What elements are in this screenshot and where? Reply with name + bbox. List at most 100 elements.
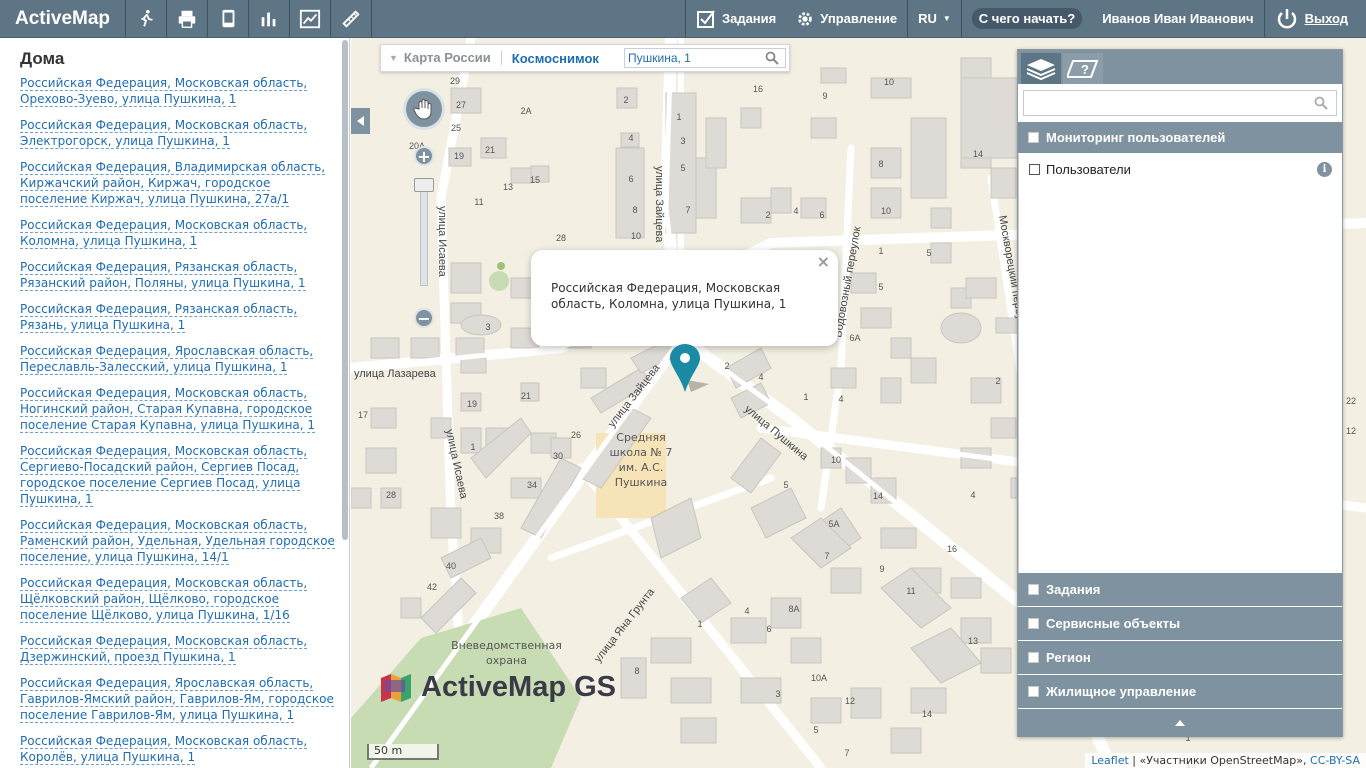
monitoring-layer-list: Пользователи i bbox=[1018, 154, 1342, 573]
address-item[interactable]: Российская Федерация, Рязанская область,… bbox=[20, 301, 341, 333]
section-tasks[interactable]: Задания bbox=[1018, 573, 1342, 607]
house-number: 9 bbox=[822, 91, 827, 101]
tracking-button[interactable] bbox=[126, 0, 167, 37]
line-chart-button[interactable] bbox=[290, 0, 331, 37]
zoom-out-button[interactable]: − bbox=[414, 308, 434, 328]
house-number: 10А bbox=[811, 673, 827, 683]
layer-checkbox[interactable] bbox=[1029, 164, 1040, 175]
section-label: Задания bbox=[1046, 582, 1101, 597]
address-item[interactable]: Российская Федерация, Ярославская област… bbox=[20, 343, 341, 375]
chevron-left-icon bbox=[356, 116, 364, 126]
help-button[interactable]: С чего начать? bbox=[960, 0, 1092, 37]
address-item[interactable]: Российская Федерация, Московская область… bbox=[20, 117, 341, 149]
checkbox-icon bbox=[696, 9, 715, 28]
logout-label: Выход bbox=[1304, 11, 1348, 26]
section-checkbox[interactable] bbox=[1028, 132, 1039, 143]
tab-legend[interactable]: ? bbox=[1063, 53, 1103, 84]
house-number: 6 bbox=[628, 174, 633, 184]
section-service-objects[interactable]: Сервисные объекты bbox=[1018, 607, 1342, 641]
layer-switcher[interactable]: ▼ Карта России Космоснимок bbox=[380, 44, 790, 72]
layer-search-input[interactable] bbox=[1024, 92, 1294, 114]
zoom-slider-track[interactable] bbox=[420, 180, 428, 286]
layer-label: Пользователи bbox=[1046, 162, 1131, 177]
house-number: 12 bbox=[1346, 426, 1356, 436]
section-housing[interactable]: Жилищное управление bbox=[1018, 675, 1342, 709]
house-number: 21 bbox=[521, 391, 531, 401]
layer-option-russia-map[interactable]: Карта России bbox=[404, 51, 502, 65]
location-marker-icon[interactable] bbox=[669, 344, 709, 394]
tab-layers[interactable] bbox=[1021, 53, 1061, 84]
house-number: 7 bbox=[824, 551, 829, 561]
map-search-box[interactable] bbox=[624, 48, 786, 68]
house-number: 28 bbox=[556, 233, 566, 243]
license-link[interactable]: CC-BY-SA bbox=[1310, 754, 1360, 767]
user-name[interactable]: Иванов Иван Иванович bbox=[1092, 0, 1263, 37]
logout-button[interactable]: Выход bbox=[1263, 0, 1366, 37]
section-monitoring[interactable]: Мониторинг пользователей bbox=[1018, 122, 1342, 154]
address-item[interactable]: Российская Федерация, Московская область… bbox=[20, 75, 341, 107]
map-attribution: Leaflet | «Участники OpenStreetMap», CC-… bbox=[1085, 753, 1366, 768]
house-number: 25 bbox=[451, 123, 461, 133]
info-icon[interactable]: i bbox=[1317, 162, 1332, 177]
section-label: Мониторинг пользователей bbox=[1046, 130, 1226, 145]
layer-option-satellite[interactable]: Космоснимок bbox=[502, 51, 609, 66]
pan-control[interactable] bbox=[403, 88, 445, 130]
address-item[interactable]: Российская Федерация, Московская область… bbox=[20, 385, 341, 433]
address-item[interactable]: Российская Федерация, Московская область… bbox=[20, 443, 341, 507]
zoom-in-button[interactable]: + bbox=[414, 146, 434, 166]
collapse-panel-button[interactable] bbox=[1018, 709, 1342, 737]
house-number: 3 bbox=[680, 136, 685, 146]
house-number: 7 bbox=[685, 205, 690, 215]
leaflet-link[interactable]: Leaflet bbox=[1091, 754, 1128, 767]
section-checkbox[interactable] bbox=[1028, 686, 1039, 697]
address-item[interactable]: Российская Федерация, Московская область… bbox=[20, 517, 341, 565]
house-number: 17 bbox=[358, 410, 368, 420]
bar-chart-button[interactable] bbox=[249, 0, 290, 37]
close-icon[interactable]: × bbox=[817, 254, 830, 270]
house-number: 6 bbox=[819, 210, 824, 220]
section-checkbox[interactable] bbox=[1028, 584, 1039, 595]
address-item[interactable]: Российская Федерация, Московская область… bbox=[20, 575, 341, 623]
house-number: 3 bbox=[775, 689, 780, 699]
address-item[interactable]: Российская Федерация, Московская область… bbox=[20, 633, 341, 665]
house-number: 4 bbox=[793, 206, 798, 216]
address-item[interactable]: Российская Федерация, Московская область… bbox=[20, 217, 341, 249]
gear-icon bbox=[798, 11, 812, 26]
section-checkbox[interactable] bbox=[1028, 652, 1039, 663]
house-number: 21 bbox=[485, 145, 495, 155]
activemap-logo-icon bbox=[381, 674, 411, 702]
house-number: 27 bbox=[456, 100, 466, 110]
map-canvas[interactable]: 29 27 25 20А 19 21 11 13 15 2 2А 4 16 9 … bbox=[351, 38, 1366, 768]
map-search-input[interactable] bbox=[625, 51, 765, 65]
ruler-icon bbox=[342, 9, 360, 28]
manage-button[interactable]: Управление bbox=[786, 0, 907, 37]
address-item[interactable]: Российская Федерация, Московская область… bbox=[20, 733, 341, 765]
sidebar-scrollbar[interactable] bbox=[342, 40, 348, 540]
section-checkbox[interactable] bbox=[1028, 618, 1039, 629]
address-item[interactable]: Российская Федерация, Рязанская область,… bbox=[20, 259, 341, 291]
section-region[interactable]: Регион bbox=[1018, 641, 1342, 675]
app-logo[interactable]: ActiveMap bbox=[0, 0, 126, 37]
phone-button[interactable] bbox=[208, 0, 249, 37]
house-number: 2 bbox=[724, 361, 729, 371]
language-select[interactable]: RU ▼ bbox=[907, 0, 961, 37]
tasks-button[interactable]: Задания bbox=[684, 0, 786, 37]
address-item[interactable]: Российская Федерация, Ярославская област… bbox=[20, 675, 341, 723]
layer-search-box[interactable] bbox=[1023, 90, 1337, 116]
line-chart-icon bbox=[299, 9, 321, 28]
street-label: улица Яна Грунта bbox=[592, 586, 658, 665]
chevron-down-icon[interactable]: ▼ bbox=[381, 53, 404, 63]
layers-panel: ? Мониторинг пользователей Пользователи … bbox=[1017, 49, 1343, 737]
layer-item-users[interactable]: Пользователи i bbox=[1029, 162, 1332, 177]
search-icon[interactable] bbox=[1314, 96, 1328, 110]
house-number: 13 bbox=[503, 182, 513, 192]
zoom-slider-thumb[interactable] bbox=[414, 178, 434, 192]
phone-icon bbox=[222, 9, 235, 27]
print-button[interactable] bbox=[167, 0, 208, 37]
search-icon[interactable] bbox=[765, 51, 779, 65]
house-number: 4 bbox=[628, 133, 633, 143]
ruler-button[interactable] bbox=[331, 0, 372, 37]
collapse-sidebar-button[interactable] bbox=[351, 108, 370, 134]
address-item[interactable]: Российская Федерация, Владимирская облас… bbox=[20, 159, 341, 207]
sidebar-title: Дома bbox=[20, 49, 65, 68]
